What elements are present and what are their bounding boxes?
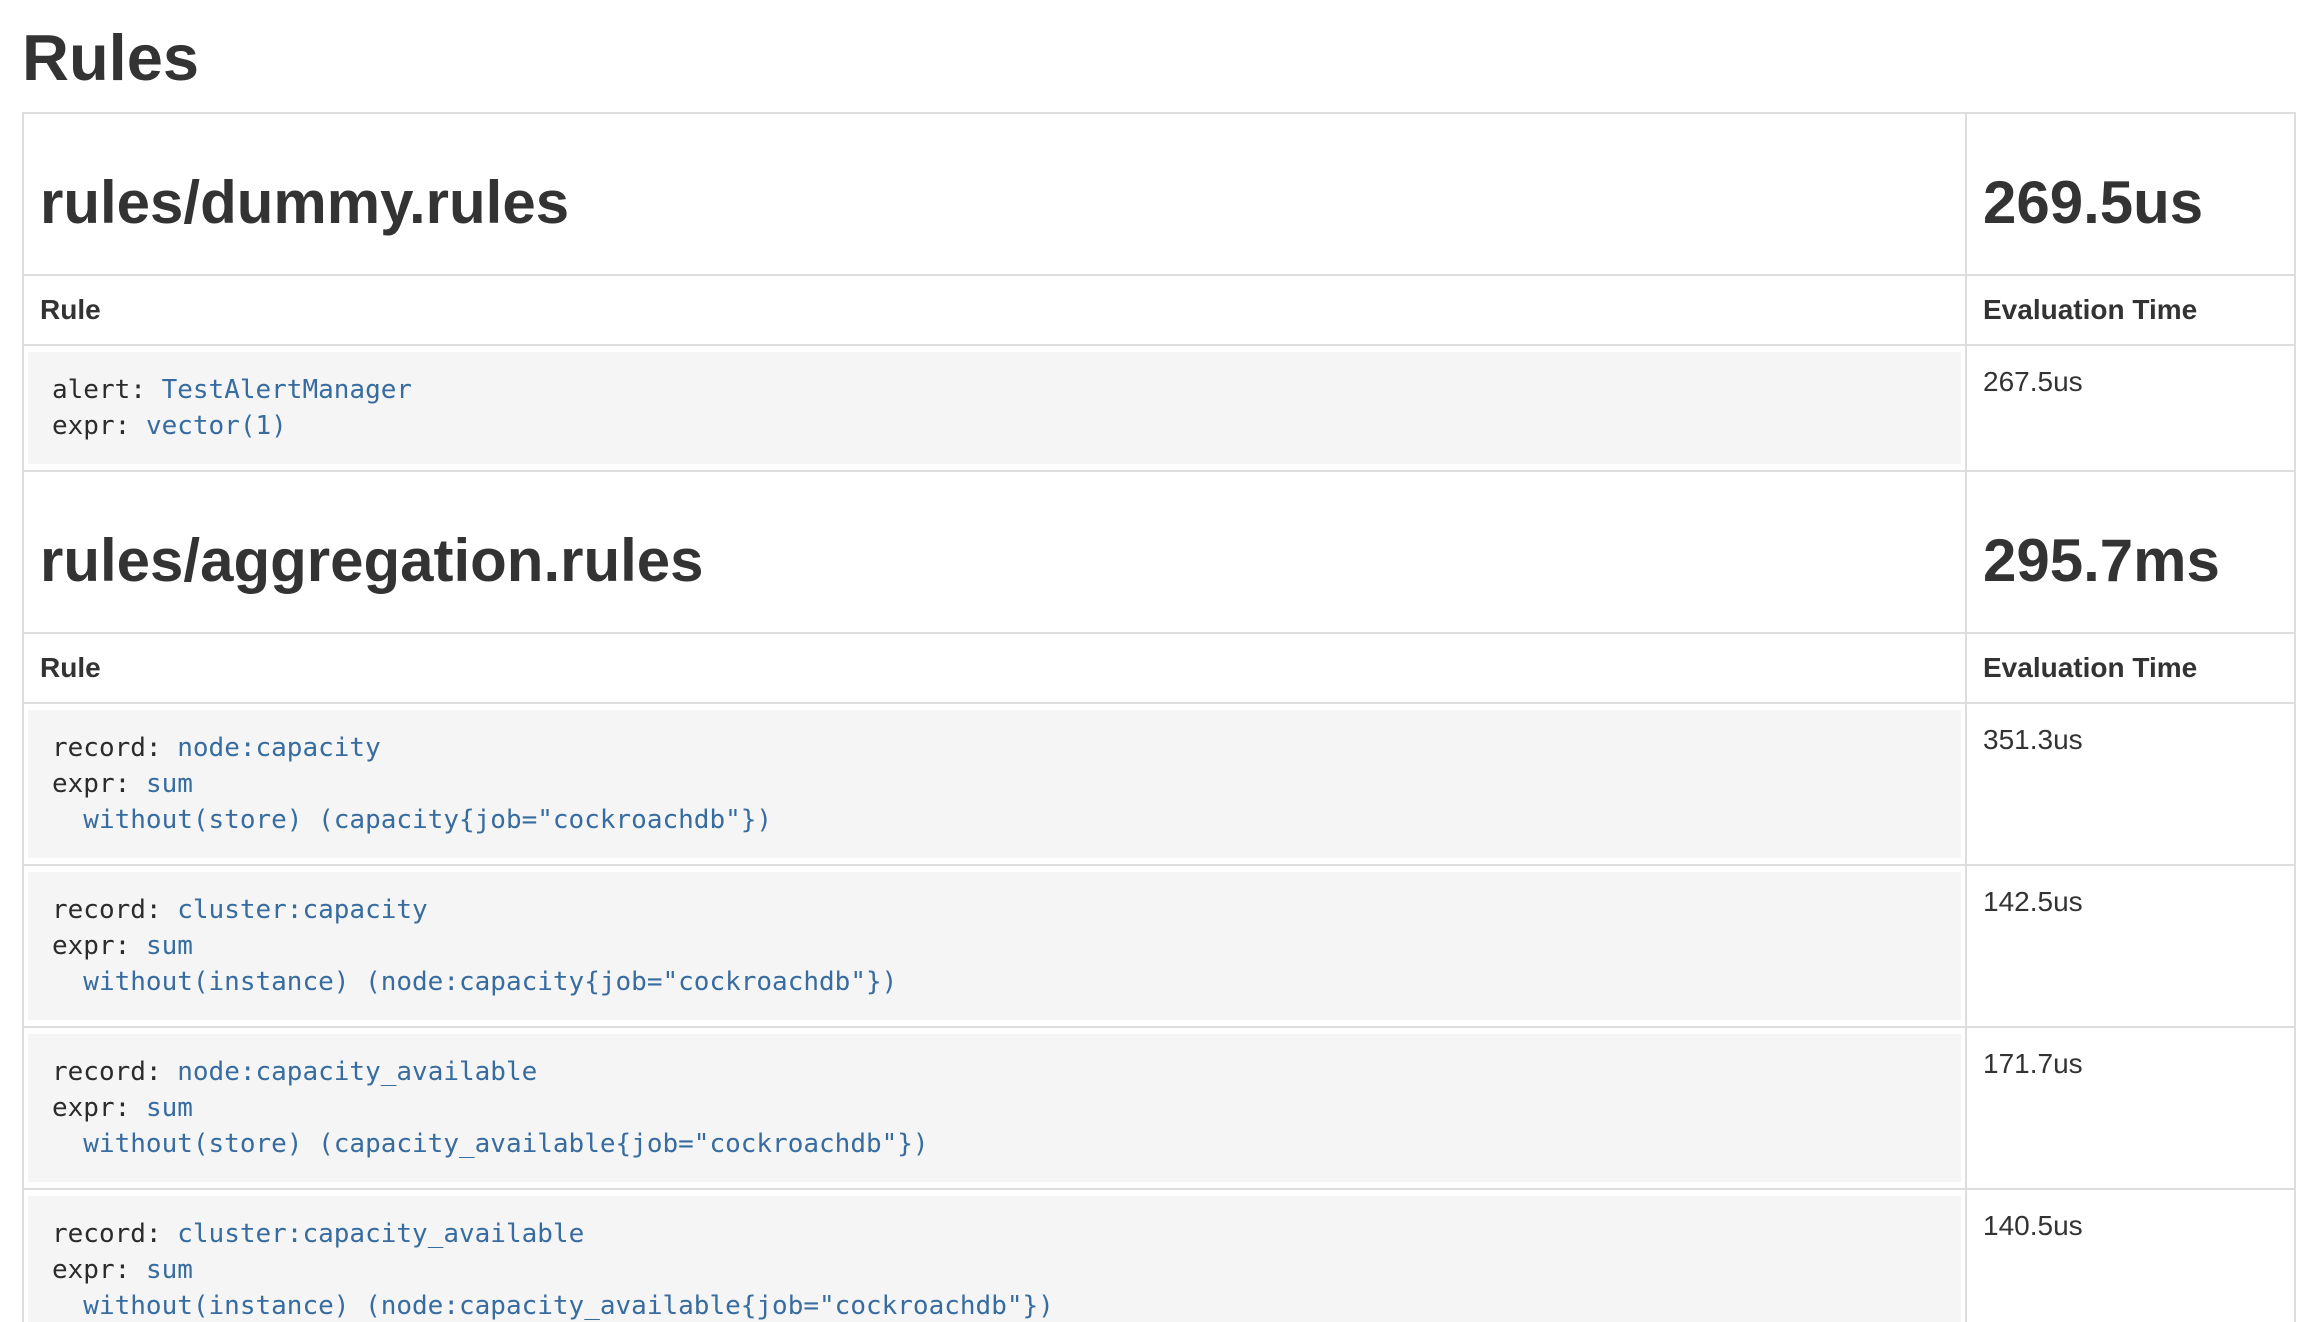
page-title: Rules: [22, 20, 2294, 96]
rule-definition: record: cluster:capacity_available expr:…: [28, 1196, 1961, 1322]
rule-column-header: Rule: [23, 633, 1966, 703]
rule-column-header: Rule: [23, 275, 1966, 345]
group-header-row: rules/aggregation.rules 295.7ms: [23, 471, 2295, 633]
rule-expr-label: expr:: [52, 769, 130, 799]
rule-kind-label: record:: [52, 1057, 162, 1087]
rule-eval-time: 142.5us: [1966, 865, 2295, 1027]
rule-row: record: node:capacity_available expr: su…: [23, 1027, 2295, 1189]
rule-definition: record: cluster:capacity expr: sum witho…: [28, 872, 1961, 1020]
rule-expr-link[interactable]: vector(1): [146, 411, 287, 441]
rule-expr-link[interactable]: sum without(instance) (node:capacity_ava…: [52, 1255, 1054, 1321]
rule-row: record: cluster:capacity expr: sum witho…: [23, 865, 2295, 1027]
group-header-row: rules/dummy.rules 269.5us: [23, 113, 2295, 275]
rule-kind-label: record:: [52, 1219, 162, 1249]
rule-expr-label: expr:: [52, 1093, 130, 1123]
rule-eval-time: 171.7us: [1966, 1027, 2295, 1189]
rule-row: record: cluster:capacity_available expr:…: [23, 1189, 2295, 1322]
rule-kind-label: alert:: [52, 375, 146, 405]
rule-expr-label: expr:: [52, 1255, 130, 1285]
rule-name-link[interactable]: node:capacity_available: [177, 1057, 537, 1087]
rule-kind-label: record:: [52, 733, 162, 763]
column-header-row: Rule Evaluation Time: [23, 275, 2295, 345]
rule-kind-label: record:: [52, 895, 162, 925]
rule-name-link[interactable]: TestAlertManager: [162, 375, 412, 405]
rules-table: rules/dummy.rules 269.5us Rule Evaluatio…: [22, 112, 2296, 1322]
rule-definition: record: node:capacity_available expr: su…: [28, 1034, 1961, 1182]
rule-expr-link[interactable]: sum without(store) (capacity_available{j…: [52, 1093, 929, 1159]
rule-expr-link[interactable]: sum without(instance) (node:capacity{job…: [52, 931, 897, 997]
rule-name-link[interactable]: cluster:capacity_available: [177, 1219, 584, 1249]
rule-row: record: node:capacity expr: sum without(…: [23, 703, 2295, 865]
eval-time-column-header: Evaluation Time: [1966, 275, 2295, 345]
rule-row: alert: TestAlertManager expr: vector(1) …: [23, 345, 2295, 471]
rule-eval-time: 140.5us: [1966, 1189, 2295, 1322]
rule-name-link[interactable]: node:capacity: [177, 733, 381, 763]
rule-expr-link[interactable]: sum without(store) (capacity{job="cockro…: [52, 769, 772, 835]
rule-name-link[interactable]: cluster:capacity: [177, 895, 427, 925]
rule-definition: record: node:capacity expr: sum without(…: [28, 710, 1961, 858]
column-header-row: Rule Evaluation Time: [23, 633, 2295, 703]
group-eval-time: 295.7ms: [1983, 528, 2278, 594]
group-file-title: rules/aggregation.rules: [40, 528, 1949, 594]
rule-expr-label: expr:: [52, 411, 130, 441]
rule-definition: alert: TestAlertManager expr: vector(1): [28, 352, 1961, 464]
rule-expr-label: expr:: [52, 931, 130, 961]
rule-eval-time: 267.5us: [1966, 345, 2295, 471]
rules-page: Rules rules/dummy.rules 269.5us Rule Eva…: [0, 20, 2316, 1322]
rule-eval-time: 351.3us: [1966, 703, 2295, 865]
eval-time-column-header: Evaluation Time: [1966, 633, 2295, 703]
group-file-title: rules/dummy.rules: [40, 170, 1949, 236]
group-eval-time: 269.5us: [1983, 170, 2278, 236]
